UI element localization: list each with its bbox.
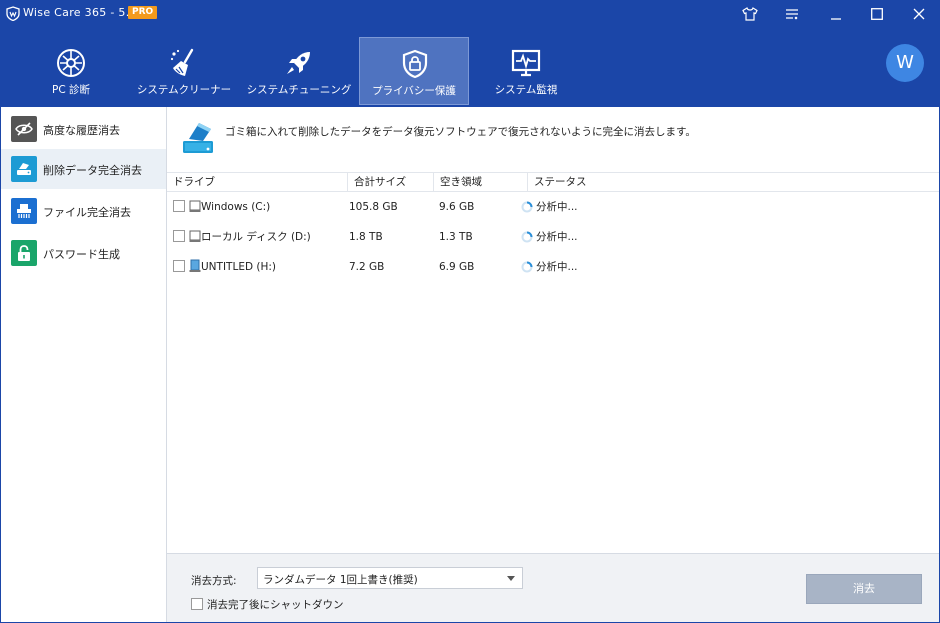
total-size: 1.8 TB (349, 231, 383, 243)
table-header: ドライブ 合計サイズ 空き領域 ステータス (167, 172, 939, 192)
free-space: 9.6 GB (439, 201, 475, 213)
shield-lock-icon (402, 49, 428, 79)
shutdown-label[interactable]: 消去完了後にシャットダウン (207, 597, 344, 612)
disk-erase-icon (11, 156, 37, 182)
sidebar-item-label: 削除データ完全消去 (43, 164, 142, 177)
shutdown-checkbox[interactable] (191, 598, 203, 610)
app-window: Wise Care 365 - 5.1.9 PRO PC 診断 システムクリーナ… (0, 0, 940, 623)
eye-slash-icon (11, 116, 37, 142)
rocket-icon (287, 52, 310, 74)
tab-system-monitor[interactable]: システム監視 (471, 37, 581, 105)
pc-check-icon (57, 49, 85, 77)
row-checkbox[interactable] (173, 230, 185, 242)
row-checkbox[interactable] (173, 200, 185, 212)
tab-label: PC 診断 (51, 84, 90, 96)
sidebar-item-password-generator[interactable]: パスワード生成 (1, 233, 166, 273)
user-avatar[interactable]: W (886, 44, 924, 82)
tab-system-tuning[interactable]: システムチューニング (244, 37, 354, 105)
status-text: 分析中... (536, 231, 578, 243)
description-text: ゴミ箱に入れて削除したデータをデータ復元ソフトウェアで復元されないように完全に消… (225, 126, 696, 138)
minimize-button[interactable] (818, 1, 854, 27)
table-row[interactable]: UNTITLED (H:) 7.2 GB 6.9 GB 分析中... (167, 252, 939, 282)
chevron-down-icon (507, 576, 515, 581)
erase-button[interactable]: 消去 (806, 574, 922, 604)
row-checkbox[interactable] (173, 260, 185, 272)
erase-method-value: ランダムデータ 1回上書き(推奨) (263, 574, 418, 586)
broom-icon (170, 48, 194, 76)
total-size: 105.8 GB (349, 201, 398, 213)
main-toolbar: PC 診断 システムクリーナー システムチューニング プライバシー保護 システム… (1, 27, 939, 107)
monitor-pulse-icon (511, 49, 541, 77)
minimize-icon (831, 18, 841, 20)
sidebar-item-advanced-history[interactable]: 高度な履歴消去 (1, 109, 166, 149)
drive-name: UNTITLED (H:) (201, 261, 276, 273)
column-header-status[interactable]: ステータス (527, 173, 939, 192)
disk-erase-large-icon (183, 123, 213, 153)
pro-badge: PRO (128, 6, 158, 19)
menu-icon (786, 9, 798, 20)
column-header-total-size[interactable]: 合計サイズ (347, 173, 433, 192)
status-text: 分析中... (536, 261, 578, 273)
tab-label: プライバシー保護 (372, 85, 456, 97)
shredder-icon (11, 198, 37, 224)
tab-pc-check[interactable]: PC 診断 (16, 37, 126, 105)
sidebar-item-deleted-data-erase[interactable]: 削除データ完全消去 (1, 149, 166, 189)
sidebar-item-label: パスワード生成 (43, 248, 120, 261)
drive-icon (189, 230, 201, 242)
sidebar-item-label: 高度な履歴消去 (43, 124, 120, 137)
table-row[interactable]: ローカル ディスク (D:) 1.8 TB 1.3 TB 分析中... (167, 222, 939, 252)
erase-method-label: 消去方式: (191, 575, 237, 587)
bottom-panel: 消去方式: ランダムデータ 1回上書き(推奨) 消去完了後にシャットダウン 消去 (167, 553, 939, 622)
menu-button[interactable] (774, 1, 810, 27)
title-bar[interactable]: Wise Care 365 - 5.1.9 PRO (1, 1, 939, 27)
tshirt-skin-button[interactable] (732, 1, 768, 27)
free-space: 1.3 TB (439, 231, 473, 243)
maximize-icon (871, 8, 883, 20)
spinner-icon (521, 201, 533, 213)
spinner-icon (521, 261, 533, 273)
total-size: 7.2 GB (349, 261, 385, 273)
tshirt-icon (742, 7, 758, 21)
maximize-button[interactable] (859, 1, 895, 27)
column-header-drive[interactable]: ドライブ (167, 173, 347, 192)
usb-drive-icon (189, 259, 201, 272)
close-button[interactable] (901, 1, 937, 27)
app-logo-icon (6, 6, 20, 21)
sidebar-item-file-shredder[interactable]: ファイル完全消去 (1, 191, 166, 231)
tab-privacy[interactable]: プライバシー保護 (359, 37, 469, 105)
tab-system-cleaner[interactable]: システムクリーナー (129, 37, 239, 105)
erase-method-select[interactable]: ランダムデータ 1回上書き(推奨) (257, 567, 523, 589)
main-content: ゴミ箱に入れて削除したデータをデータ復元ソフトウェアで復元されないように完全に消… (167, 107, 939, 553)
tab-label: システム監視 (494, 84, 558, 96)
drive-icon (189, 200, 201, 212)
sidebar: 高度な履歴消去 削除データ完全消去 ファイル完全消去 パスワード生成 (1, 107, 167, 622)
sidebar-item-label: ファイル完全消去 (43, 206, 131, 219)
padlock-icon (11, 240, 37, 266)
tab-label: システムチューニング (246, 84, 352, 96)
drive-name: ローカル ディスク (D:) (201, 231, 311, 243)
table-row[interactable]: Windows (C:) 105.8 GB 9.6 GB 分析中... (167, 192, 939, 222)
status-text: 分析中... (536, 201, 578, 213)
column-header-free-space[interactable]: 空き領域 (433, 173, 527, 192)
close-icon (913, 8, 925, 20)
drive-name: Windows (C:) (201, 201, 271, 213)
tab-label: システムクリーナー (136, 84, 232, 96)
free-space: 6.9 GB (439, 261, 475, 273)
spinner-icon (521, 231, 533, 243)
